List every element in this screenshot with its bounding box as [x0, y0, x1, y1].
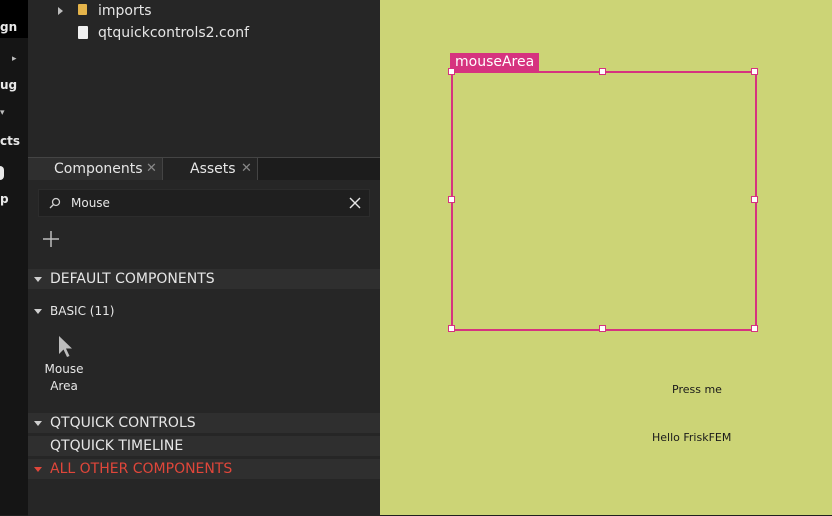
chevron-icon[interactable]: ▾ [0, 108, 5, 118]
tree-item-imports[interactable]: imports [58, 0, 378, 22]
search-input[interactable]: Mouse [38, 189, 370, 217]
category-basic[interactable]: BASIC (11) [28, 301, 380, 321]
hello-text[interactable]: Hello FriskFEM [652, 431, 731, 444]
collapse-arrow-icon [34, 421, 42, 426]
collapse-arrow-icon [34, 277, 42, 282]
mode-help[interactable]: p [0, 192, 9, 206]
resize-handle-tr[interactable] [751, 68, 758, 75]
components-panel: Components ✕ Assets ✕ Mouse DEFAULT COMP… [28, 157, 380, 516]
help-icon[interactable] [0, 166, 4, 180]
tree-item-label: imports [98, 3, 152, 19]
section-label: DEFAULT COMPONENTS [50, 271, 215, 287]
plus-icon [43, 231, 59, 247]
add-module-button[interactable] [42, 230, 60, 253]
section-all-other-components[interactable]: ALL OTHER COMPONENTS [28, 459, 380, 479]
section-label: ALL OTHER COMPONENTS [50, 461, 233, 477]
resize-handle-b[interactable] [599, 325, 606, 332]
tree-item-conf[interactable]: qtquickcontrols2.conf [58, 22, 378, 44]
resize-handle-r[interactable] [751, 196, 758, 203]
press-me-text[interactable]: Press me [672, 383, 722, 396]
folder-icon [78, 4, 87, 15]
panel-tabbar: Components ✕ Assets ✕ [28, 158, 380, 180]
section-default-components[interactable]: DEFAULT COMPONENTS [28, 269, 380, 289]
section-qtquick-controls[interactable]: QTQUICK CONTROLS [28, 413, 380, 433]
tab-divider [257, 158, 258, 180]
component-item-mouse-area[interactable]: Mouse Area [38, 335, 90, 395]
mode-debug[interactable]: ug [0, 78, 17, 92]
search-icon [49, 197, 61, 209]
section-qtquick-timeline[interactable]: QTQUICK TIMELINE [28, 436, 380, 456]
tree-item-label: qtquickcontrols2.conf [98, 25, 250, 41]
resize-handle-t[interactable] [599, 68, 606, 75]
mode-bar: gn ▸ ug ▾ cts p [0, 0, 28, 515]
expand-arrow-icon[interactable]: ▸ [12, 54, 17, 64]
tab-label: Assets [190, 161, 236, 177]
resize-handle-bl[interactable] [448, 325, 455, 332]
file-icon [78, 26, 88, 39]
category-label: BASIC (11) [50, 304, 115, 318]
search-value: Mouse [71, 196, 110, 210]
cursor-icon [59, 336, 72, 357]
resize-handle-br[interactable] [751, 325, 758, 332]
collapse-arrow-icon [34, 467, 42, 472]
close-icon[interactable]: ✕ [241, 158, 252, 180]
clear-search-icon[interactable] [349, 197, 361, 209]
project-tree: imports qtquickcontrols2.conf [28, 0, 380, 157]
selection-label[interactable]: mouseArea [450, 53, 540, 71]
tab-assets[interactable]: Assets ✕ [163, 158, 257, 180]
resize-handle-tl[interactable] [448, 68, 455, 75]
component-label-line2: Area [50, 379, 78, 393]
expand-arrow-icon[interactable] [58, 7, 63, 15]
mode-design[interactable]: gn [0, 20, 17, 34]
collapse-arrow-icon [34, 309, 42, 314]
tab-label: Components [54, 161, 143, 177]
section-label: QTQUICK TIMELINE [50, 438, 184, 454]
design-canvas[interactable]: mouseArea Press me Hello FriskFEM [380, 0, 832, 515]
selected-mouse-area[interactable] [451, 71, 757, 331]
component-label-line1: Mouse [44, 362, 84, 376]
tab-components[interactable]: Components ✕ [28, 158, 162, 180]
resize-handle-l[interactable] [448, 196, 455, 203]
close-icon[interactable]: ✕ [146, 158, 157, 180]
mode-projects[interactable]: cts [0, 134, 20, 148]
section-label: QTQUICK CONTROLS [50, 415, 196, 431]
